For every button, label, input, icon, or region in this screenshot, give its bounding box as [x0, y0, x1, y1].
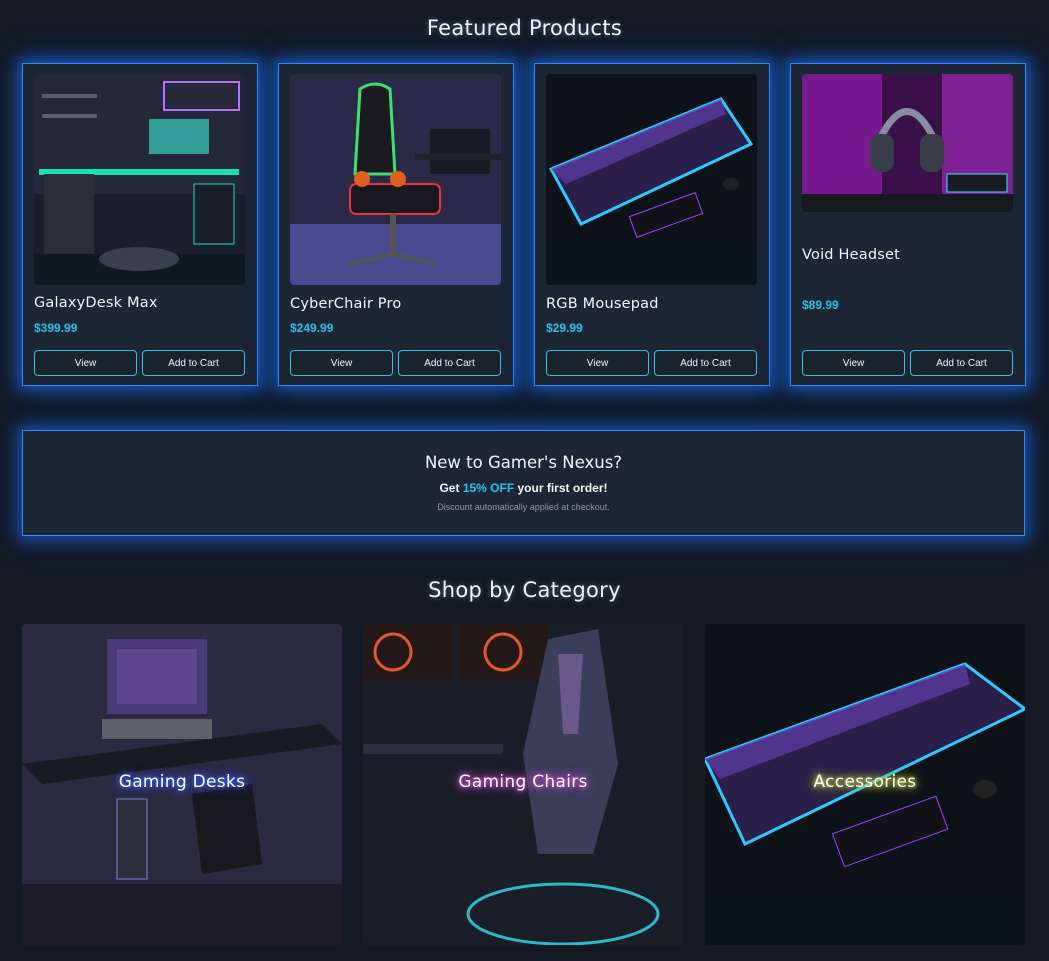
product-name: Void Headset: [802, 247, 900, 263]
category-tile-gaming-desks[interactable]: Gaming Desks: [22, 624, 342, 945]
add-to-cart-button[interactable]: Add to Cart: [398, 350, 501, 376]
promo-discount-highlight: 15% OFF: [462, 481, 515, 495]
category-tile-accessories[interactable]: Accessories: [705, 624, 1025, 945]
category-label: Gaming Desks: [118, 772, 246, 792]
view-button[interactable]: View: [802, 350, 905, 376]
add-to-cart-button[interactable]: Add to Cart: [654, 350, 757, 376]
add-to-cart-button[interactable]: Add to Cart: [142, 350, 245, 376]
view-button[interactable]: View: [546, 350, 649, 376]
product-name: RGB Mousepad: [546, 296, 659, 312]
product-price: $399.99: [34, 321, 78, 335]
product-price: $249.99: [290, 321, 334, 335]
category-tile-gaming-chairs[interactable]: Gaming Chairs: [363, 624, 683, 945]
product-name: GalaxyDesk Max: [34, 295, 158, 311]
promo-title: New to Gamer's Nexus?: [424, 453, 623, 472]
category-label: Gaming Chairs: [458, 772, 588, 792]
promo-note: Discount automatically applied at checko…: [437, 502, 610, 512]
product-name: CyberChair Pro: [290, 296, 402, 312]
product-image-rgb-mousepad[interactable]: [546, 74, 757, 285]
view-button[interactable]: View: [290, 350, 393, 376]
new-customer-promo-banner: New to Gamer's Nexus? Get 15% OFF your f…: [22, 430, 1025, 536]
promo-offer-suffix: your first order!: [514, 481, 608, 495]
add-to-cart-button[interactable]: Add to Cart: [910, 350, 1013, 376]
shop-by-category-title: Shop by Category: [428, 578, 621, 602]
product-image-gaming-chair[interactable]: [290, 74, 501, 285]
category-label: Accessories: [813, 772, 917, 792]
product-card: Void Headset $89.99 View Add to Cart: [790, 63, 1026, 386]
featured-products-title: Featured Products: [426, 16, 623, 40]
product-card: RGB Mousepad $29.99 View Add to Cart: [534, 63, 770, 386]
product-price: $29.99: [546, 321, 583, 335]
product-card: CyberChair Pro $249.99 View Add to Cart: [278, 63, 514, 386]
view-button[interactable]: View: [34, 350, 137, 376]
promo-offer: Get 15% OFF your first order!: [23, 481, 1024, 495]
product-card: GalaxyDesk Max $399.99 View Add to Cart: [22, 63, 258, 386]
promo-offer-prefix: Get: [439, 481, 463, 495]
product-image-gaming-desk[interactable]: [34, 74, 245, 285]
product-image-void-headset[interactable]: [802, 74, 1013, 212]
product-price: $89.99: [802, 298, 839, 312]
